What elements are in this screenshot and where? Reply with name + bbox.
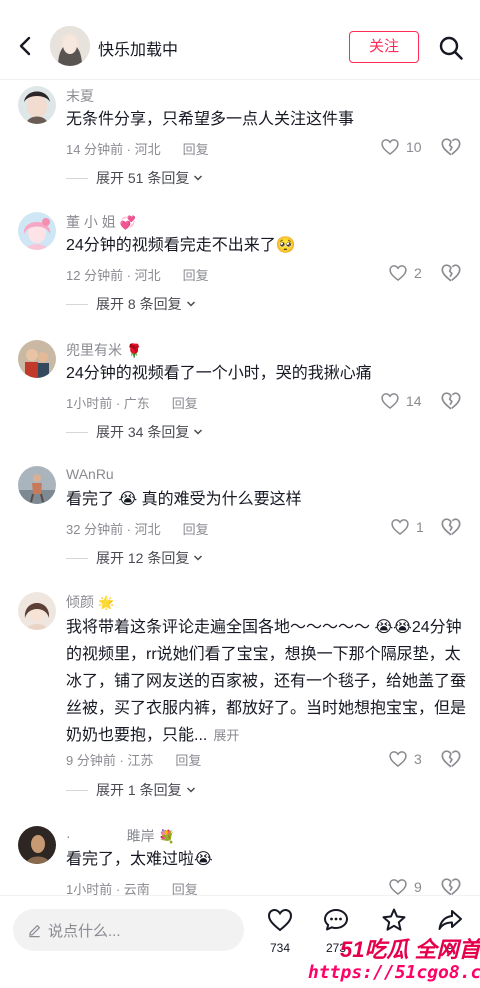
commenter-avatar[interactable] bbox=[18, 212, 56, 250]
comment-text: 24分钟的视频看完走不出来了🥺 bbox=[66, 237, 296, 254]
like-button[interactable]: 14 bbox=[380, 390, 422, 412]
like-count: 10 bbox=[406, 139, 422, 155]
watermark-brand: 51吃瓜 全网首发 bbox=[340, 937, 480, 962]
author-name[interactable]: 快乐加载中 bbox=[98, 36, 178, 60]
time-location: 1小时前 · 广东 bbox=[66, 396, 150, 411]
heart-icon bbox=[267, 908, 293, 932]
heart-icon bbox=[389, 879, 407, 896]
watermark-url: https://51cgo8.com bbox=[308, 962, 480, 983]
heart-icon bbox=[381, 139, 399, 156]
commenter-avatar[interactable] bbox=[18, 340, 56, 378]
commenter-name[interactable]: 兜里有米 🌹 bbox=[66, 340, 142, 360]
comment-text: 我将带着这条评论走遍全国各地～～～～～ 😭😭24分钟的视频里，rr说她们看了宝宝… bbox=[66, 619, 467, 744]
chevron-down-icon bbox=[194, 175, 203, 181]
heart-icon bbox=[381, 393, 399, 410]
commenter-name[interactable]: · 雎岸 💐 bbox=[66, 826, 175, 846]
like-button[interactable]: 10 bbox=[380, 136, 422, 158]
commenter-name[interactable]: 董 小 姐 💞 bbox=[66, 212, 136, 232]
commenter-name[interactable]: 末夏 bbox=[66, 86, 94, 106]
comment-text: 无条件分享，只希望多一点人关注这件事 bbox=[66, 111, 355, 128]
search-icon[interactable] bbox=[438, 35, 464, 61]
comment-input[interactable]: 说点什么... bbox=[13, 909, 244, 951]
name-emoji-badge: 🌟 bbox=[98, 595, 115, 610]
name-emoji-badge: 💐 bbox=[158, 829, 175, 844]
comment-input-placeholder: 说点什么... bbox=[48, 922, 121, 940]
comment-meta: 1小时前 · 广东 回复 bbox=[66, 393, 198, 412]
chevron-down-icon bbox=[194, 555, 203, 561]
name-emoji-badge: 🌹 bbox=[126, 343, 143, 358]
like-video-button[interactable]: 734 bbox=[260, 906, 300, 955]
commenter-avatar[interactable] bbox=[18, 592, 56, 630]
divider-line bbox=[66, 557, 88, 559]
comment-text: 看完了，太难过啦😭 bbox=[66, 851, 213, 868]
commenter-avatar[interactable] bbox=[18, 86, 56, 124]
heart-icon bbox=[391, 519, 409, 536]
divider-line bbox=[66, 177, 88, 179]
dislike-broken-heart-icon[interactable] bbox=[440, 748, 462, 770]
time-location: 9 分钟前 · 江苏 bbox=[66, 753, 154, 768]
comment-meta: 12 分钟前 · 河北 回复 bbox=[66, 265, 209, 284]
comment-bubble-icon bbox=[324, 909, 348, 931]
expand-replies-button[interactable]: 展开 51 条回复 bbox=[66, 168, 203, 188]
pencil-icon bbox=[29, 924, 40, 937]
reply-button[interactable]: 回复 bbox=[175, 753, 201, 768]
like-count: 14 bbox=[406, 393, 422, 409]
name-emoji-badge: 💞 bbox=[119, 215, 136, 230]
dislike-broken-heart-icon[interactable] bbox=[440, 390, 462, 412]
commenter-avatar[interactable] bbox=[18, 466, 56, 504]
expand-text-link[interactable]: 展开 bbox=[213, 728, 239, 743]
like-count: 9 bbox=[414, 879, 422, 895]
expand-replies-button[interactable]: 展开 1 条回复 bbox=[66, 780, 196, 800]
like-button[interactable]: 2 bbox=[388, 262, 422, 284]
commenter-name[interactable]: WAnRu bbox=[66, 466, 114, 482]
back-arrow-icon[interactable] bbox=[14, 34, 38, 58]
star-icon bbox=[382, 908, 406, 931]
like-count: 2 bbox=[414, 265, 422, 281]
divider-line bbox=[66, 789, 88, 791]
comment-meta: 14 分钟前 · 河北 回复 bbox=[66, 139, 209, 158]
dislike-broken-heart-icon[interactable] bbox=[440, 516, 462, 538]
heart-icon bbox=[389, 265, 407, 282]
chevron-down-icon bbox=[186, 301, 195, 307]
top-bar: 快乐加载中 关注 bbox=[0, 0, 480, 80]
time-location: 32 分钟前 · 河北 bbox=[66, 522, 161, 537]
like-button[interactable]: 1 bbox=[390, 516, 424, 538]
dislike-broken-heart-icon[interactable] bbox=[440, 262, 462, 284]
commenter-avatar[interactable] bbox=[18, 826, 56, 864]
reply-button[interactable]: 回复 bbox=[183, 142, 209, 157]
expand-replies-button[interactable]: 展开 8 条回复 bbox=[66, 294, 196, 314]
divider-line bbox=[66, 431, 88, 433]
comment-meta: 9 分钟前 · 江苏 回复 bbox=[66, 750, 201, 769]
comment-text: 看完了 😭 真的难受为什么要这样 bbox=[66, 491, 302, 508]
chevron-down-icon bbox=[186, 787, 195, 793]
time-location: 12 分钟前 · 河北 bbox=[66, 268, 161, 283]
comment-meta: 32 分钟前 · 河北 回复 bbox=[66, 519, 209, 538]
heart-icon bbox=[389, 751, 407, 768]
follow-button[interactable]: 关注 bbox=[349, 31, 419, 63]
divider-line bbox=[66, 303, 88, 305]
reply-button[interactable]: 回复 bbox=[183, 268, 209, 283]
reply-button[interactable]: 回复 bbox=[172, 396, 198, 411]
author-avatar[interactable] bbox=[50, 26, 90, 66]
share-arrow-icon bbox=[438, 910, 462, 930]
like-count: 3 bbox=[414, 751, 422, 767]
likes-count: 734 bbox=[269, 941, 291, 955]
commenter-name[interactable]: 倾颜 🌟 bbox=[66, 592, 114, 612]
chevron-down-icon bbox=[194, 429, 203, 435]
comment-text: 24分钟的视频看了一个小时，哭的我揪心痛 bbox=[66, 365, 372, 382]
reply-button[interactable]: 回复 bbox=[183, 522, 209, 537]
expand-replies-button[interactable]: 展开 34 条回复 bbox=[66, 422, 203, 442]
like-button[interactable]: 3 bbox=[388, 748, 422, 770]
time-location: 14 分钟前 · 河北 bbox=[66, 142, 161, 157]
expand-replies-button[interactable]: 展开 12 条回复 bbox=[66, 548, 203, 568]
dislike-broken-heart-icon[interactable] bbox=[440, 136, 462, 158]
like-count: 1 bbox=[416, 519, 424, 535]
